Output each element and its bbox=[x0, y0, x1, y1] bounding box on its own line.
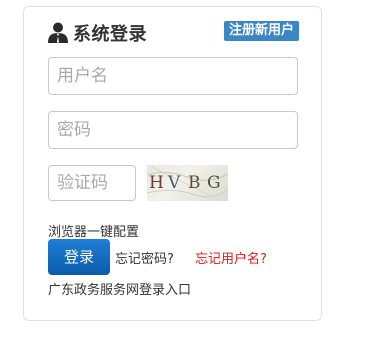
page-title: 系统登录 bbox=[73, 24, 147, 45]
login-button[interactable]: 登录 bbox=[48, 239, 110, 275]
login-header: 系统登录 注册新用户 bbox=[47, 18, 299, 48]
user-icon bbox=[47, 21, 69, 43]
password-input[interactable] bbox=[48, 111, 298, 149]
captcha-image[interactable]: HVBG bbox=[147, 165, 228, 201]
register-button[interactable]: 注册新用户 bbox=[223, 21, 299, 41]
browser-config-link[interactable]: 浏览器一键配置 bbox=[48, 221, 139, 240]
captcha-input[interactable] bbox=[48, 165, 136, 201]
forgot-username-link[interactable]: 忘记用户名? bbox=[195, 248, 267, 267]
captcha-glyph: H bbox=[149, 173, 164, 193]
gd-service-login-link[interactable]: 广东政务服务网登录入口 bbox=[48, 279, 191, 298]
captcha-glyph: B bbox=[188, 173, 201, 193]
captcha-glyph: G bbox=[207, 173, 221, 193]
forgot-password-link[interactable]: 忘记密码? bbox=[115, 248, 174, 267]
captcha-glyph: V bbox=[167, 173, 181, 193]
username-input[interactable] bbox=[48, 57, 298, 95]
